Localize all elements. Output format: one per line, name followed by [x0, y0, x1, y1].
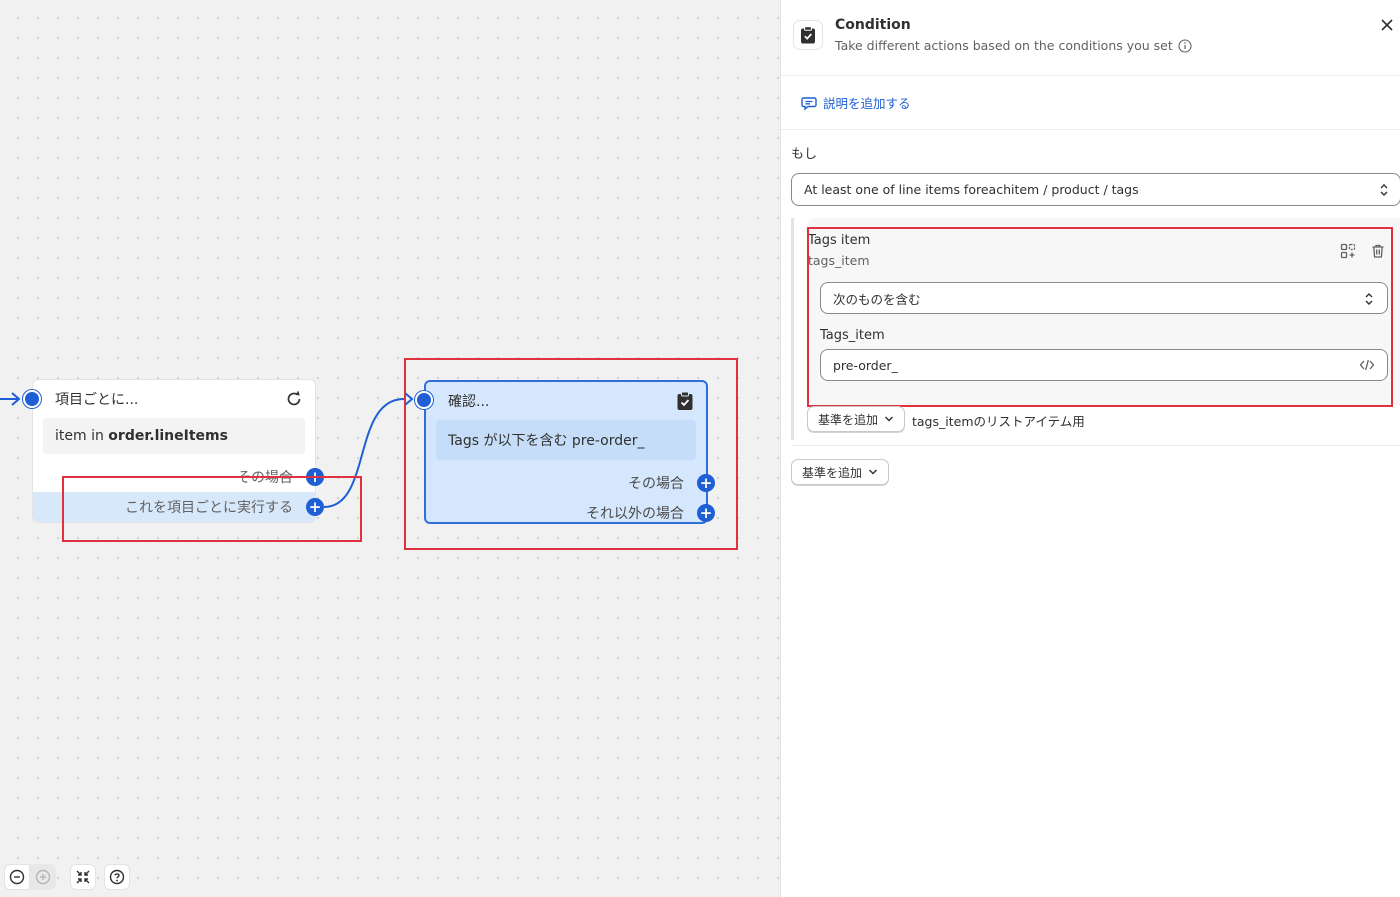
minus-circle-icon: [9, 869, 25, 885]
info-icon[interactable]: [1178, 38, 1192, 53]
panel-subtitle-text: Take different actions based on the cond…: [835, 38, 1173, 53]
condition-node-expression: Tags が以下を含む pre-order_: [436, 420, 696, 460]
value-input-text: pre-order_: [833, 357, 898, 373]
comment-icon: [801, 96, 817, 110]
branch-then[interactable]: その場合 +: [426, 468, 715, 498]
add-criteria-inner-button[interactable]: 基準を追加: [807, 406, 906, 432]
condition-panel: Condition Take different actions based o…: [780, 0, 1400, 897]
criterion-title: Tags item: [808, 233, 871, 248]
chevron-down-icon: [869, 469, 878, 475]
criterion-actions: [1340, 243, 1386, 259]
branch-then-label: その場合: [628, 476, 684, 492]
add-criteria-inner-label: 基準を追加: [818, 412, 879, 427]
add-description-link[interactable]: 説明を追加する: [823, 93, 911, 112]
duplicate-icon[interactable]: [1340, 243, 1356, 259]
add-step-plus-icon[interactable]: +: [697, 504, 715, 522]
workflow-canvas[interactable]: 項目ごとに... item in order.lineItems その場合 + …: [0, 0, 780, 897]
branch-for-each[interactable]: これを項目ごとに実行する +: [33, 492, 324, 522]
branch-then[interactable]: その場合 +: [33, 462, 324, 492]
close-icon: [1381, 19, 1393, 31]
add-criteria-outer-button[interactable]: 基準を追加: [791, 459, 890, 485]
fit-view-button[interactable]: [70, 864, 96, 890]
add-step-plus-icon[interactable]: +: [306, 498, 324, 516]
trash-icon[interactable]: [1370, 243, 1386, 259]
divider: [791, 445, 1400, 446]
condition-subject-value: At least one of line items foreachitem /…: [804, 182, 1139, 197]
value-field-label: Tags_item: [820, 328, 885, 343]
expression-prefix: item in: [55, 428, 109, 444]
add-criteria-note: tags_itemのリストアイテム用: [912, 414, 1085, 429]
select-arrows-icon: [1380, 184, 1388, 196]
help-button[interactable]: [104, 864, 130, 890]
value-input[interactable]: pre-order_: [820, 349, 1388, 381]
panel-title: Condition: [835, 17, 911, 33]
foreach-node[interactable]: 項目ごとに... item in order.lineItems その場合 + …: [23, 379, 324, 523]
chevron-down-icon: [885, 416, 894, 422]
zoom-in-button[interactable]: [30, 864, 56, 890]
branch-then-label: その場合: [237, 470, 293, 486]
code-icon[interactable]: [1359, 358, 1375, 372]
branch-else-label: それ以外の場合: [586, 506, 684, 522]
add-criteria-outer-label: 基準を追加: [802, 465, 863, 480]
condition-node-title: 確認...: [448, 394, 490, 410]
add-step-plus-icon[interactable]: +: [697, 474, 715, 492]
expression-collection: order.lineItems: [108, 428, 228, 444]
condition-subject-select[interactable]: At least one of line items foreachitem /…: [791, 173, 1400, 206]
panel-header: Condition Take different actions based o…: [781, 0, 1400, 76]
zoom-controls: [4, 864, 130, 890]
plus-circle-icon: [35, 869, 51, 885]
foreach-node-header: 項目ごとに...: [33, 380, 315, 418]
refresh-icon: [287, 391, 301, 406]
foreach-node-title: 項目ごとに...: [55, 392, 139, 408]
condition-node-header: 確認...: [426, 382, 706, 420]
close-button[interactable]: [1376, 14, 1398, 36]
branch-else[interactable]: それ以外の場合 +: [426, 498, 715, 528]
if-label: もし: [791, 147, 818, 162]
condition-node[interactable]: 確認... Tags が以下を含む pre-order_ その場合 + それ以外…: [415, 380, 715, 524]
clipboard-check-icon: [677, 391, 693, 410]
add-step-plus-icon[interactable]: +: [306, 468, 324, 486]
help-circle-icon: [109, 869, 125, 885]
add-description-row: 説明を追加する: [781, 76, 1400, 130]
criterion-subtitle: tags_item: [808, 253, 870, 268]
branch-for-each-label: これを項目ごとに実行する: [125, 500, 293, 516]
panel-icon-badge: [793, 20, 823, 50]
clipboard-check-icon: [801, 26, 815, 44]
foreach-node-expression: item in order.lineItems: [43, 418, 305, 454]
panel-subtitle: Take different actions based on the cond…: [835, 38, 1192, 53]
operator-select[interactable]: 次のものを含む: [820, 282, 1388, 314]
select-arrows-icon: [1365, 293, 1373, 305]
zoom-out-button[interactable]: [4, 864, 30, 890]
operator-value: 次のものを含む: [833, 291, 921, 307]
collapse-arrows-icon: [76, 870, 90, 884]
